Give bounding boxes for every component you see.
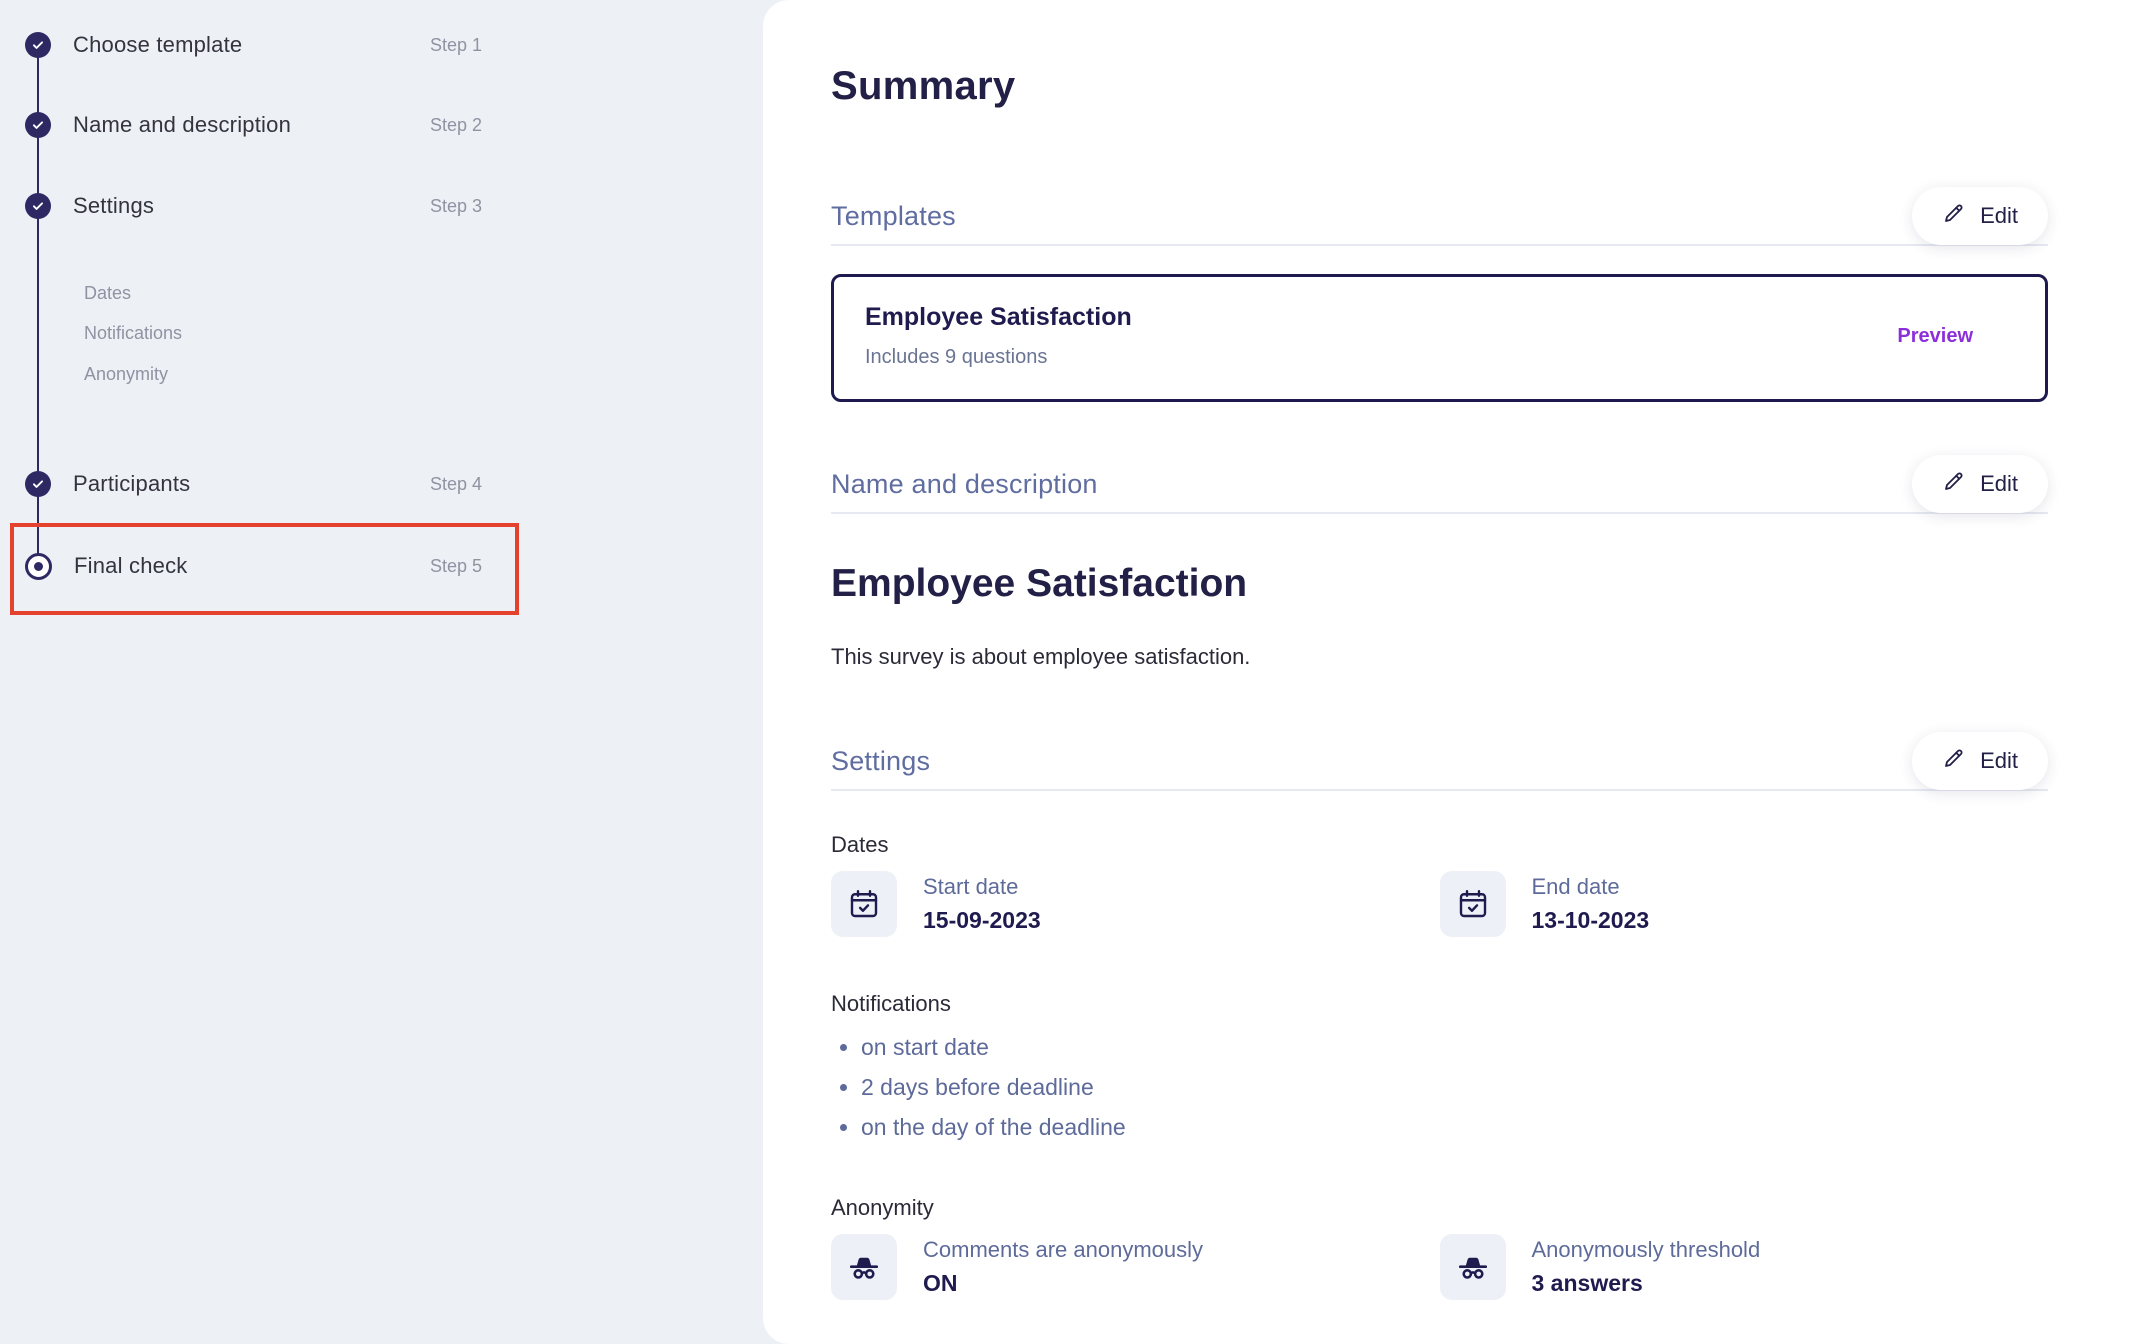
pencil-icon [1942,201,1966,231]
name-description-heading: Name and description [831,469,1098,500]
settings-section: Settings Edit Dates Start date 15-09-202… [831,733,2048,1300]
templates-edit-button[interactable]: Edit [1912,187,2048,245]
step-complete-icon [25,193,51,219]
templates-section: Templates Edit Employee Satisfaction Inc… [831,188,2048,402]
notifications-list: on start date 2 days before deadline on … [831,1027,2048,1147]
step-number: Step 3 [430,196,482,217]
sidebar-subitem-anonymity[interactable]: Anonymity [84,361,168,387]
settings-section-header: Settings Edit [831,733,2048,791]
sidebar-item-choose-template[interactable]: Choose template Step 1 [0,27,620,63]
notification-item: on the day of the deadline [861,1107,2048,1147]
end-date-item: End date 13-10-2023 [1440,871,2049,937]
sidebar-subitem-dates[interactable]: Dates [84,280,131,306]
wizard-steps-sidebar: Choose template Step 1 Name and descript… [0,0,763,1344]
notification-item: 2 days before deadline [861,1067,2048,1107]
anonymous-comments-label: Comments are anonymously [923,1237,1203,1263]
name-description-edit-button[interactable]: Edit [1912,455,2048,513]
notification-item: on start date [861,1027,2048,1067]
step-number: Step 5 [430,556,482,577]
settings-heading: Settings [831,746,930,777]
incognito-icon [831,1234,897,1300]
sidebar-item-name-description[interactable]: Name and description Step 2 [0,107,620,143]
summary-panel: Summary Templates Edit Employee Satisfac… [763,0,2154,1344]
name-description-section-header: Name and description Edit [831,456,2048,514]
edit-button-label: Edit [1980,748,2018,774]
step-label: Settings [73,193,154,219]
step-label: Participants [73,471,190,497]
pencil-icon [1942,746,1966,776]
survey-description: This survey is about employee satisfacti… [831,644,2048,670]
sidebar-item-settings[interactable]: Settings Step 3 [0,188,620,224]
edit-button-label: Edit [1980,471,2018,497]
template-card: Employee Satisfaction Includes 9 questio… [831,274,2048,402]
anonymity-threshold-text: Anonymously threshold 3 answers [1532,1237,1761,1297]
anonymous-comments-value: ON [923,1270,1203,1297]
sidebar-item-participants[interactable]: Participants Step 4 [0,466,620,502]
template-card-info: Employee Satisfaction Includes 9 questio… [865,303,1132,369]
start-date-item: Start date 15-09-2023 [831,871,1440,937]
step-label: Choose template [73,32,242,58]
end-date-value: 13-10-2023 [1532,907,1650,934]
step-number: Step 4 [430,474,482,495]
calendar-icon [1440,871,1506,937]
anonymous-comments-text: Comments are anonymously ON [923,1237,1203,1297]
step-complete-icon [25,32,51,58]
templates-section-header: Templates Edit [831,188,2048,246]
step-complete-icon [25,112,51,138]
end-date-text: End date 13-10-2023 [1532,874,1650,934]
dates-row: Start date 15-09-2023 End date 13-10-202… [831,871,2048,937]
edit-button-label: Edit [1980,203,2018,229]
step-current-icon [25,553,52,580]
name-description-section: Name and description Edit Employee Satis… [831,456,2048,670]
page-title: Summary [831,64,2048,109]
step-number: Step 2 [430,115,482,136]
pencil-icon [1942,469,1966,499]
sidebar-subitem-notifications[interactable]: Notifications [84,320,182,346]
template-card-subtitle: Includes 9 questions [865,346,1132,369]
step-label: Name and description [73,112,291,138]
templates-heading: Templates [831,201,956,232]
start-date-label: Start date [923,874,1041,900]
anonymous-comments-item: Comments are anonymously ON [831,1234,1440,1300]
template-card-title: Employee Satisfaction [865,303,1132,332]
anonymity-threshold-value: 3 answers [1532,1270,1761,1297]
start-date-value: 15-09-2023 [923,907,1041,934]
step-complete-icon [25,471,51,497]
dates-group-label: Dates [831,832,2048,858]
step-number: Step 1 [430,35,482,56]
start-date-text: Start date 15-09-2023 [923,874,1041,934]
anonymity-group-label: Anonymity [831,1195,2048,1221]
step-label: Final check [74,553,187,579]
settings-edit-button[interactable]: Edit [1912,732,2048,790]
survey-name: Employee Satisfaction [831,562,2048,606]
end-date-label: End date [1532,874,1650,900]
notifications-group-label: Notifications [831,991,2048,1017]
sidebar-item-final-check[interactable]: Final check Step 5 [0,548,620,584]
anonymity-row: Comments are anonymously ON Anonymously … [831,1234,2048,1300]
preview-link[interactable]: Preview [1897,325,1973,348]
calendar-icon [831,871,897,937]
anonymity-threshold-label: Anonymously threshold [1532,1237,1761,1263]
anonymity-threshold-item: Anonymously threshold 3 answers [1440,1234,2049,1300]
incognito-icon [1440,1234,1506,1300]
